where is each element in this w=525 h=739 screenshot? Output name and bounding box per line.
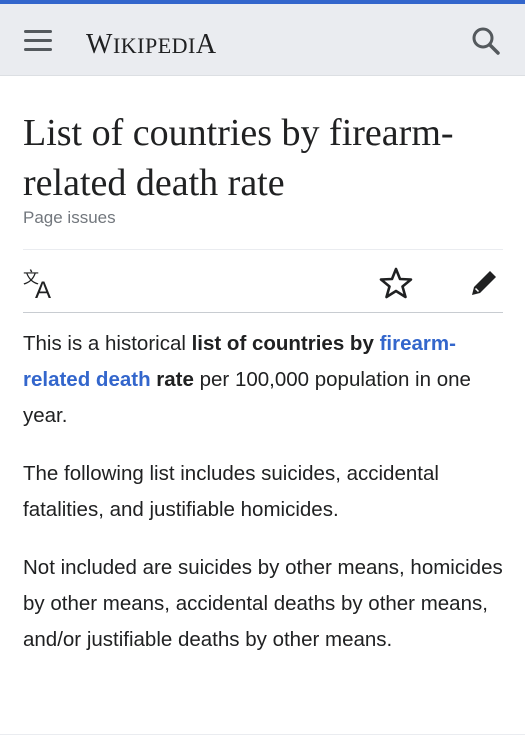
paragraph-not-included: Not included are suicides by other means… (23, 556, 503, 651)
wordmark-logo: WIKIPEDIA (86, 29, 217, 60)
language-icon[interactable]: 文 A (23, 266, 61, 304)
page-actions-toolbar: 文 A (23, 258, 503, 310)
article-body: This is a historical list of countries b… (23, 326, 503, 680)
divider (23, 312, 503, 313)
header-bar: WIKIPEDIA (0, 4, 525, 76)
intro-text: This is a historical (23, 332, 192, 355)
svg-text:A: A (35, 277, 51, 300)
wikipedia-wordmark[interactable]: WIKIPEDIA (86, 26, 256, 70)
divider (0, 734, 525, 735)
paragraph-includes: The following list includes suicides, ac… (23, 462, 439, 521)
search-icon[interactable] (471, 26, 501, 56)
page-issues-link[interactable]: Page issues (23, 208, 116, 228)
divider (23, 249, 503, 250)
menu-icon[interactable] (24, 30, 52, 52)
intro-bold-text: list of countries by (191, 332, 380, 355)
paragraph-intro: This is a historical list of countries b… (23, 326, 503, 434)
page-title: List of countries by firearm-related dea… (23, 112, 454, 204)
intro-bold-text-rate: rate (150, 368, 194, 391)
svg-text:WIKIPEDIA: WIKIPEDIA (86, 29, 217, 60)
edit-pencil-icon[interactable] (467, 266, 501, 300)
star-icon[interactable] (379, 266, 413, 300)
